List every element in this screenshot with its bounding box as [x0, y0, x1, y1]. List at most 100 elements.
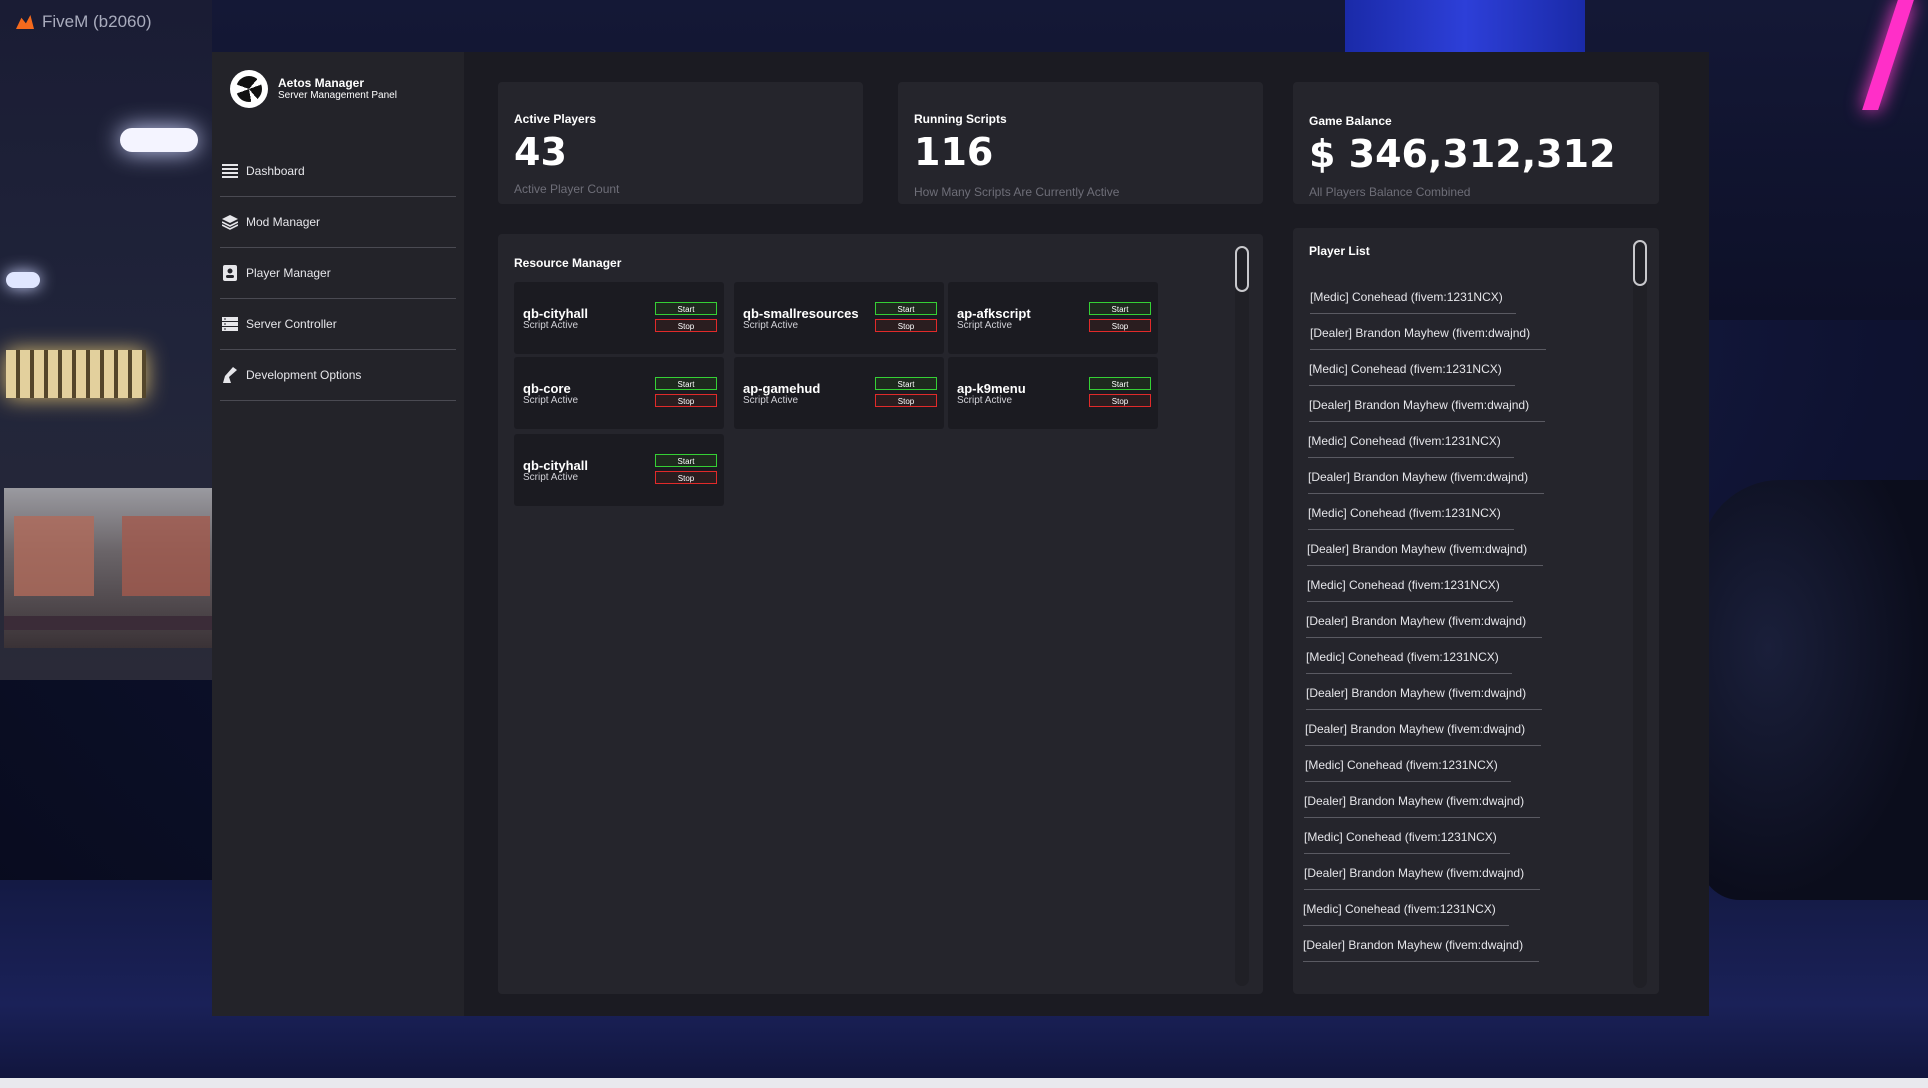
- player-list-item[interactable]: [Dealer] Brandon Mayhew (fivem:dwajnd): [1304, 866, 1524, 880]
- background-windows: [6, 350, 146, 398]
- start-button[interactable]: Start: [655, 302, 717, 315]
- aetos-logo-icon: [230, 70, 268, 108]
- resource-tile: qb-smallresources Script Active Start Stop: [734, 282, 944, 354]
- player-divider: [1310, 313, 1516, 314]
- player-list-item[interactable]: [Dealer] Brandon Mayhew (fivem:dwajnd): [1305, 722, 1525, 736]
- stop-button[interactable]: Stop: [875, 319, 937, 332]
- sidebar-item-label: Dashboard: [246, 164, 305, 178]
- stop-button[interactable]: Stop: [655, 319, 717, 332]
- start-button[interactable]: Start: [1089, 377, 1151, 390]
- fivem-logo-icon: [16, 15, 34, 29]
- player-divider: [1303, 925, 1509, 926]
- player-divider: [1303, 961, 1539, 962]
- background-map-panel: [122, 516, 210, 596]
- resource-name: ap-k9menu: [957, 381, 1026, 396]
- stat-subtitle: All Players Balance Combined: [1309, 185, 1471, 199]
- background-train-stripe: [4, 616, 212, 630]
- resource-status: Script Active: [743, 395, 799, 406]
- contact-card-icon: [222, 265, 238, 281]
- resource-tile: ap-gamehud Script Active Start Stop: [734, 357, 944, 429]
- resource-status: Script Active: [957, 395, 1013, 406]
- background-car: [1700, 480, 1928, 900]
- stop-button[interactable]: Stop: [1089, 394, 1151, 407]
- player-scroll-track[interactable]: [1633, 240, 1647, 988]
- player-list-item[interactable]: [Dealer] Brandon Mayhew (fivem:dwajnd): [1306, 614, 1526, 628]
- player-scroll-thumb[interactable]: [1633, 240, 1647, 286]
- server-icon: [222, 316, 238, 332]
- player-list-item[interactable]: [Medic] Conehead (fivem:1231NCX): [1303, 902, 1496, 916]
- stop-button[interactable]: Stop: [875, 394, 937, 407]
- brand-subtitle: Server Management Panel: [278, 89, 397, 101]
- stat-value: $ 346,312,312: [1309, 132, 1616, 176]
- sidebar-item-mod-manager[interactable]: Mod Manager: [220, 197, 456, 248]
- player-list-item[interactable]: [Dealer] Brandon Mayhew (fivem:dwajnd): [1308, 470, 1528, 484]
- list-icon: [222, 163, 238, 179]
- stat-label: Running Scripts: [914, 112, 1007, 126]
- sidebar-item-label: Mod Manager: [246, 215, 321, 229]
- stat-subtitle: How Many Scripts Are Currently Active: [914, 185, 1120, 199]
- resource-tile: ap-afkscript Script Active Start Stop: [948, 282, 1158, 354]
- player-divider: [1304, 817, 1540, 818]
- player-divider: [1306, 673, 1512, 674]
- start-button[interactable]: Start: [655, 377, 717, 390]
- stat-label: Active Players: [514, 112, 597, 126]
- stop-button[interactable]: Stop: [655, 394, 717, 407]
- sidebar-item-server-controller[interactable]: Server Controller: [220, 299, 456, 350]
- resource-status: Script Active: [523, 395, 579, 406]
- section-title: Resource Manager: [514, 256, 622, 270]
- stat-subtitle: Active Player Count: [514, 182, 620, 196]
- player-list-item[interactable]: [Medic] Conehead (fivem:1231NCX): [1309, 362, 1502, 376]
- player-list-item[interactable]: [Medic] Conehead (fivem:1231NCX): [1306, 650, 1499, 664]
- player-list-item[interactable]: [Dealer] Brandon Mayhew (fivem:dwajnd): [1303, 938, 1523, 952]
- sidebar-item-label: Development Options: [246, 368, 362, 382]
- player-divider: [1305, 781, 1511, 782]
- player-divider: [1308, 457, 1514, 458]
- resource-scroll-thumb[interactable]: [1235, 246, 1249, 292]
- player-list-item[interactable]: [Dealer] Brandon Mayhew (fivem:dwajnd): [1309, 398, 1529, 412]
- stat-value: 116: [914, 130, 994, 174]
- brand-name: Aetos Manager: [278, 75, 365, 90]
- start-button[interactable]: Start: [875, 377, 937, 390]
- player-list-item[interactable]: [Dealer] Brandon Mayhew (fivem:dwajnd): [1310, 326, 1530, 340]
- flask-icon: [222, 367, 238, 383]
- background-metro-train: [4, 488, 212, 648]
- player-list-item[interactable]: [Medic] Conehead (fivem:1231NCX): [1308, 434, 1501, 448]
- sidebar-item-dashboard[interactable]: Dashboard: [220, 146, 456, 197]
- player-list-item[interactable]: [Medic] Conehead (fivem:1231NCX): [1307, 578, 1500, 592]
- stop-button[interactable]: Stop: [1089, 319, 1151, 332]
- resource-tile: ap-k9menu Script Active Start Stop: [948, 357, 1158, 429]
- player-divider: [1306, 709, 1542, 710]
- player-divider: [1308, 493, 1544, 494]
- player-list-item[interactable]: [Medic] Conehead (fivem:1231NCX): [1305, 758, 1498, 772]
- resource-status: Script Active: [957, 320, 1013, 331]
- player-divider: [1309, 421, 1545, 422]
- background-bottom-edge: [0, 1078, 1928, 1088]
- player-list-item[interactable]: [Medic] Conehead (fivem:1231NCX): [1308, 506, 1501, 520]
- player-list-item[interactable]: [Medic] Conehead (fivem:1231NCX): [1310, 290, 1503, 304]
- resource-status: Script Active: [743, 320, 799, 331]
- player-divider: [1307, 601, 1513, 602]
- sidebar-item-development-options[interactable]: Development Options: [220, 350, 456, 401]
- stop-button[interactable]: Stop: [655, 471, 717, 484]
- resource-name: qb-cityhall: [523, 458, 589, 473]
- stat-value: 43: [514, 130, 567, 174]
- sidebar-item-label: Server Controller: [246, 317, 337, 331]
- running-scripts-card: Running Scripts 116 How Many Scripts Are…: [898, 82, 1263, 204]
- resource-tile: qb-cityhall Script Active Start Stop: [514, 282, 724, 354]
- start-button[interactable]: Start: [1089, 302, 1151, 315]
- start-button[interactable]: Start: [875, 302, 937, 315]
- resource-name: ap-afkscript: [957, 306, 1031, 321]
- window-title-text: FiveM (b2060): [42, 12, 152, 31]
- start-button[interactable]: Start: [655, 454, 717, 467]
- game-balance-card: Game Balance $ 346,312,312 All Players B…: [1293, 82, 1659, 204]
- resource-name: qb-smallresources: [743, 306, 859, 321]
- resource-name: qb-cityhall: [523, 306, 589, 321]
- player-list-item[interactable]: [Dealer] Brandon Mayhew (fivem:dwajnd): [1307, 542, 1527, 556]
- resource-name: ap-gamehud: [743, 381, 821, 396]
- sidebar-item-player-manager[interactable]: Player Manager: [220, 248, 456, 299]
- player-list-item[interactable]: [Medic] Conehead (fivem:1231NCX): [1304, 830, 1497, 844]
- resource-scroll-track[interactable]: [1235, 246, 1249, 986]
- player-list-item[interactable]: [Dealer] Brandon Mayhew (fivem:dwajnd): [1306, 686, 1526, 700]
- resource-tile: qb-core Script Active Start Stop: [514, 357, 724, 429]
- player-list-item[interactable]: [Dealer] Brandon Mayhew (fivem:dwajnd): [1304, 794, 1524, 808]
